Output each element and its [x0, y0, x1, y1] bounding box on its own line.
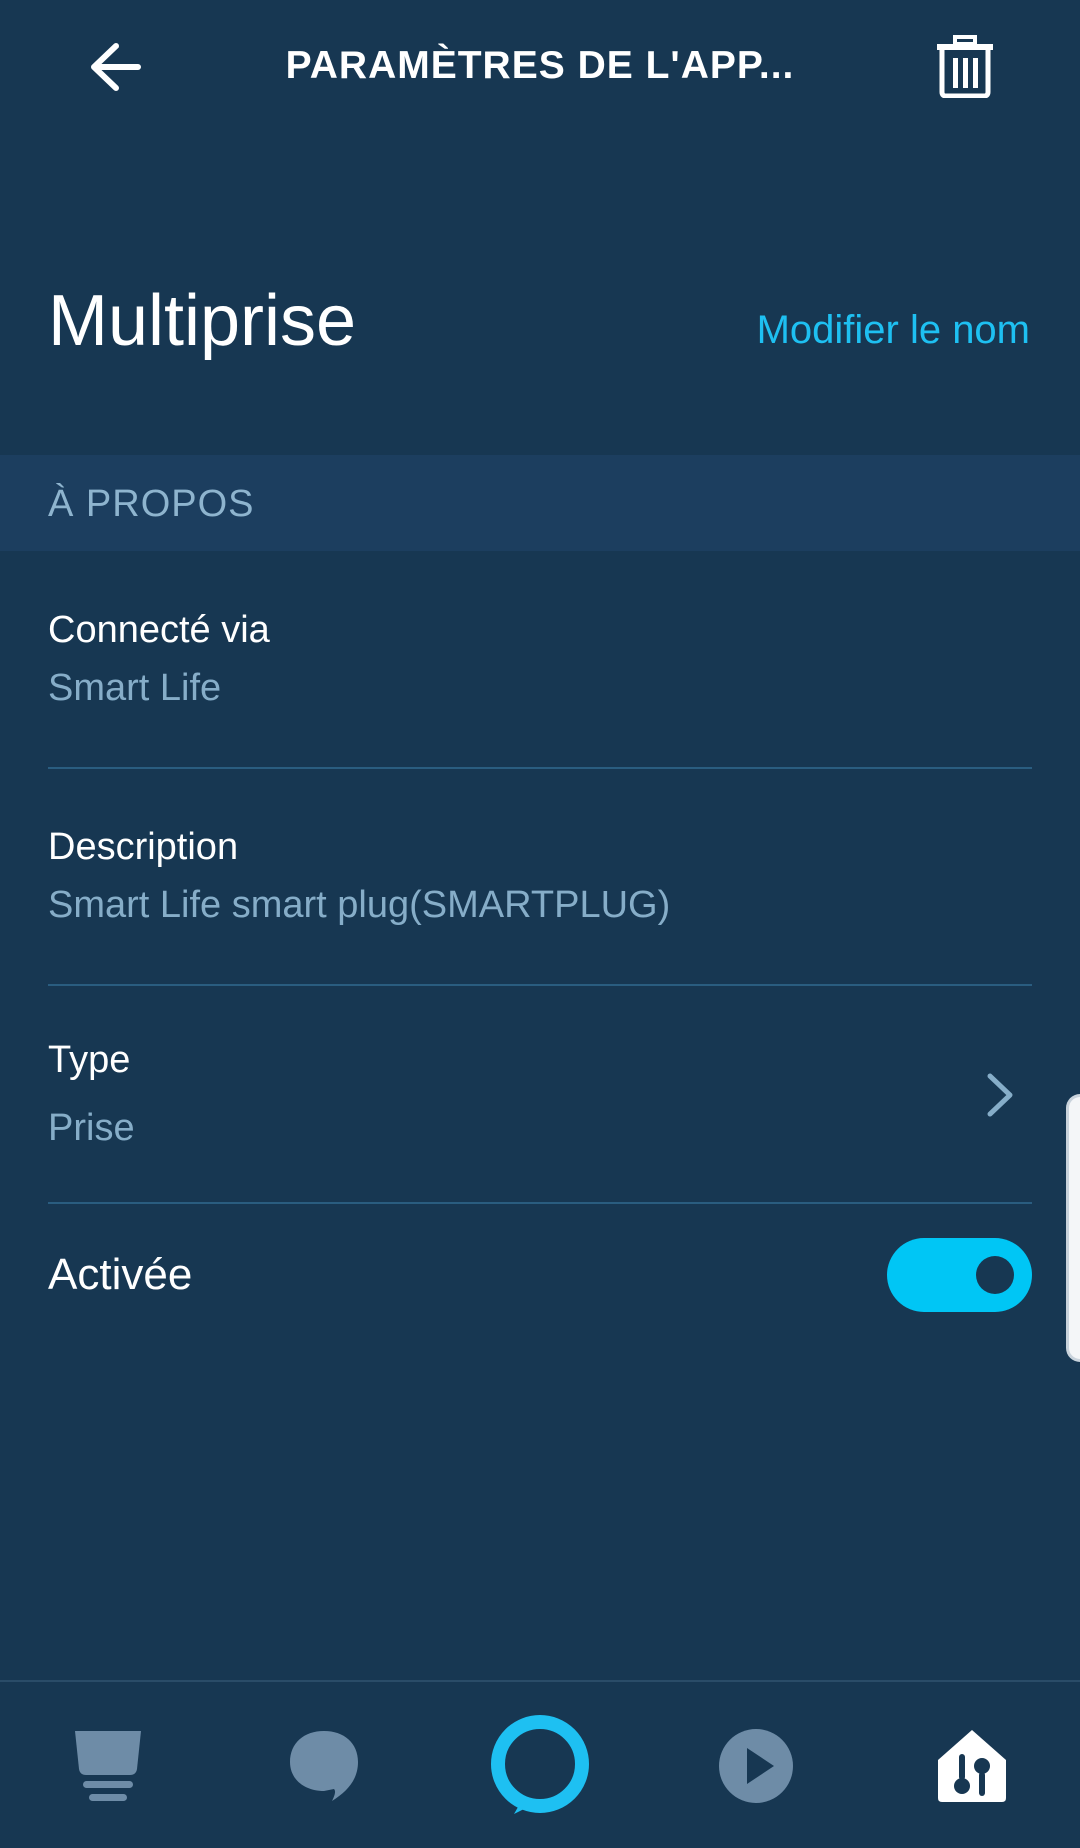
arrow-left-icon — [91, 43, 141, 91]
divider — [48, 1202, 1032, 1204]
home-dashboard-icon — [75, 1731, 141, 1801]
nav-play[interactable] — [686, 1682, 826, 1848]
app-header: PARAMÈTRES DE L'APP... — [0, 0, 1080, 134]
description-row: Description Smart Life smart plug(SMARTP… — [48, 823, 1032, 929]
device-name: Multiprise — [48, 281, 357, 361]
divider — [48, 767, 1032, 769]
play-icon — [719, 1729, 793, 1803]
row-label: Description — [48, 826, 239, 868]
chat-bubble-icon — [290, 1731, 358, 1801]
row-value: Smart Life — [48, 667, 222, 709]
chevron-right-icon[interactable] — [980, 1070, 1020, 1120]
trash-icon — [937, 35, 993, 98]
nav-home[interactable] — [38, 1682, 178, 1848]
delete-button[interactable] — [920, 26, 1010, 106]
row-label: Connecté via — [48, 609, 270, 651]
enabled-toggle[interactable] — [887, 1238, 1032, 1312]
connected-via-row: Connecté via Smart Life — [48, 606, 1032, 712]
about-section-header: À PROPOS — [0, 455, 1080, 551]
page-title: PARAMÈTRES DE L'APP... — [285, 44, 795, 87]
edge-panel-handle[interactable] — [1066, 1094, 1080, 1362]
nav-devices[interactable] — [902, 1682, 1042, 1848]
row-label: Type — [48, 1039, 131, 1081]
nav-alexa[interactable] — [470, 1682, 610, 1848]
enabled-label: Activée — [48, 1250, 193, 1299]
alexa-ring-icon — [491, 1715, 589, 1814]
rename-link[interactable]: Modifier le nom — [757, 305, 1030, 355]
type-row[interactable]: Type Prise — [48, 1036, 1032, 1152]
toggle-knob — [976, 1256, 1014, 1294]
section-title: À PROPOS — [48, 483, 255, 525]
bottom-nav — [0, 1680, 1080, 1848]
divider — [48, 984, 1032, 986]
nav-communicate[interactable] — [254, 1682, 394, 1848]
row-value: Prise — [48, 1107, 135, 1149]
back-button[interactable] — [70, 26, 160, 108]
smart-home-devices-icon — [938, 1730, 1006, 1802]
row-value: Smart Life smart plug(SMARTPLUG) — [48, 884, 671, 926]
